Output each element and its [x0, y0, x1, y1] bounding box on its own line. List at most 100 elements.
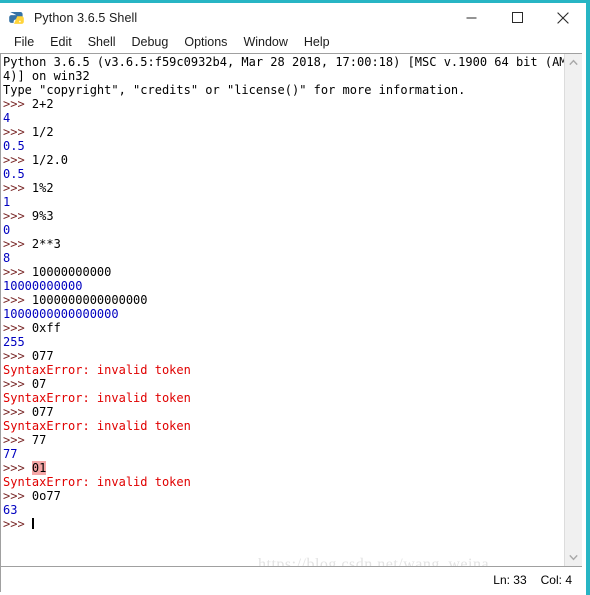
- console-banner-text: Python 3.6.5 (v3.6.5:f59c0932b4, Mar 28 …: [3, 55, 564, 69]
- console-result-text: 0: [3, 223, 11, 237]
- console-error-text: SyntaxError: invalid token: [3, 363, 191, 377]
- console-input-text: 0o77: [31, 489, 61, 503]
- minimize-icon: [466, 17, 476, 19]
- console-line: 10000000000: [3, 279, 564, 293]
- console-prompt: >>>: [3, 377, 32, 391]
- menu-item-file[interactable]: File: [6, 32, 42, 53]
- console-line: >>> 07: [3, 377, 564, 391]
- console-prompt: >>>: [3, 405, 32, 419]
- console-line: >>> 10000000000: [3, 265, 564, 279]
- window-right-accent-border: [586, 0, 590, 595]
- console-input-text: 077: [31, 405, 54, 419]
- console-prompt: >>>: [3, 181, 32, 195]
- console-input-text: 1/2.0: [31, 153, 69, 167]
- status-line-number: Ln: 33: [493, 572, 527, 587]
- console-line: SyntaxError: invalid token: [3, 363, 564, 377]
- console-prompt: >>>: [3, 237, 32, 251]
- console-result-text: 0.5: [3, 139, 25, 153]
- console-error-text: SyntaxError: invalid token: [3, 391, 191, 405]
- console-result-text: 1: [3, 195, 11, 209]
- menu-bar: File Edit Shell Debug Options Window Hel…: [0, 32, 586, 53]
- console-error-text: SyntaxError: invalid token: [3, 419, 191, 433]
- python-icon: [8, 9, 26, 27]
- console-line: >>> 01: [3, 461, 564, 475]
- console-line: >>> 1/2.0: [3, 153, 564, 167]
- console-input-text: 1%2: [31, 181, 54, 195]
- scroll-up-button[interactable]: [565, 54, 582, 71]
- console-prompt: >>>: [3, 489, 32, 503]
- console-input-text: 077: [31, 349, 54, 363]
- console-line: Python 3.6.5 (v3.6.5:f59c0932b4, Mar 28 …: [3, 55, 564, 69]
- menu-item-debug[interactable]: Debug: [124, 32, 177, 53]
- status-column-number: Col: 4: [540, 572, 572, 587]
- console-line: 0.5: [3, 167, 564, 181]
- chevron-up-icon: [569, 59, 578, 66]
- console-line: >>> 2**3: [3, 237, 564, 251]
- console-line: SyntaxError: invalid token: [3, 391, 564, 405]
- chevron-down-icon: [569, 554, 578, 561]
- minimize-button[interactable]: [448, 3, 494, 32]
- console-input-text: 77: [31, 433, 47, 447]
- window-controls: [448, 3, 586, 32]
- console-result-text: 4: [3, 111, 11, 125]
- console-prompt: >>>: [3, 321, 32, 335]
- console-result-text: 10000000000: [3, 279, 83, 293]
- console-result-text: 1000000000000000: [3, 307, 119, 321]
- console-input-text: 07: [31, 377, 47, 391]
- menu-item-shell[interactable]: Shell: [80, 32, 124, 53]
- console-banner-text: 4)] on win32: [3, 69, 90, 83]
- console-input-text: 2+2: [31, 97, 54, 111]
- console-line: >>> 1/2: [3, 125, 564, 139]
- text-cursor: [31, 518, 34, 529]
- console-line: >>> 077: [3, 405, 564, 419]
- console-line: >>> 2+2: [3, 97, 564, 111]
- menu-item-help[interactable]: Help: [296, 32, 338, 53]
- console-line: >>> 1000000000000000: [3, 293, 564, 307]
- console-line: >>> 0o77: [3, 489, 564, 503]
- console-input-text: 1/2: [31, 125, 54, 139]
- menu-item-options[interactable]: Options: [176, 32, 235, 53]
- console-result-text: 77: [3, 447, 18, 461]
- console-line-list: Python 3.6.5 (v3.6.5:f59c0932b4, Mar 28 …: [2, 55, 564, 531]
- console-line: >>> 077: [3, 349, 564, 363]
- console-line: >>> 0xff: [3, 321, 564, 335]
- console-line: 4: [3, 111, 564, 125]
- console-frame: Python 3.6.5 (v3.6.5:f59c0932b4, Mar 28 …: [0, 53, 582, 566]
- maximize-icon: [511, 12, 523, 23]
- console-prompt: >>>: [3, 433, 32, 447]
- console-input-text: 10000000000: [31, 265, 112, 279]
- scroll-down-button[interactable]: [565, 549, 582, 566]
- console-prompt: >>>: [3, 125, 32, 139]
- console-error-text: SyntaxError: invalid token: [3, 475, 191, 489]
- console-input-text: 0xff: [31, 321, 61, 335]
- console-prompt: >>>: [3, 461, 32, 475]
- console-line: 0.5: [3, 139, 564, 153]
- scrollbar-track[interactable]: [565, 71, 582, 549]
- shell-output-area[interactable]: Python 3.6.5 (v3.6.5:f59c0932b4, Mar 28 …: [1, 54, 564, 566]
- menu-item-window[interactable]: Window: [235, 32, 295, 53]
- console-prompt: >>>: [3, 349, 32, 363]
- console-result-text: 0.5: [3, 167, 25, 181]
- console-banner-text: Type "copyright", "credits" or "license(…: [3, 83, 466, 97]
- console-prompt: >>>: [3, 293, 32, 307]
- console-input-text: 2**3: [31, 237, 61, 251]
- maximize-button[interactable]: [494, 3, 540, 32]
- console-line: 1000000000000000: [3, 307, 564, 321]
- menu-item-edit[interactable]: Edit: [42, 32, 80, 53]
- window-title: Python 3.6.5 Shell: [34, 10, 138, 25]
- console-prompt: >>>: [3, 209, 32, 223]
- vertical-scrollbar[interactable]: [564, 54, 582, 566]
- console-line: >>> 9%3: [3, 209, 564, 223]
- console-result-text: 8: [3, 251, 11, 265]
- close-icon: [557, 11, 569, 24]
- console-line: SyntaxError: invalid token: [3, 475, 564, 489]
- status-bar: Ln: 33 Col: 4: [0, 566, 582, 592]
- console-line: 255: [3, 335, 564, 349]
- close-button[interactable]: [540, 3, 586, 32]
- console-input-text: 1000000000000000: [31, 293, 148, 307]
- console-line: SyntaxError: invalid token: [3, 419, 564, 433]
- console-prompt: >>>: [3, 265, 32, 279]
- title-bar[interactable]: Python 3.6.5 Shell: [0, 3, 586, 32]
- console-line: 4)] on win32: [3, 69, 564, 83]
- console-line: Type "copyright", "credits" or "license(…: [3, 83, 564, 97]
